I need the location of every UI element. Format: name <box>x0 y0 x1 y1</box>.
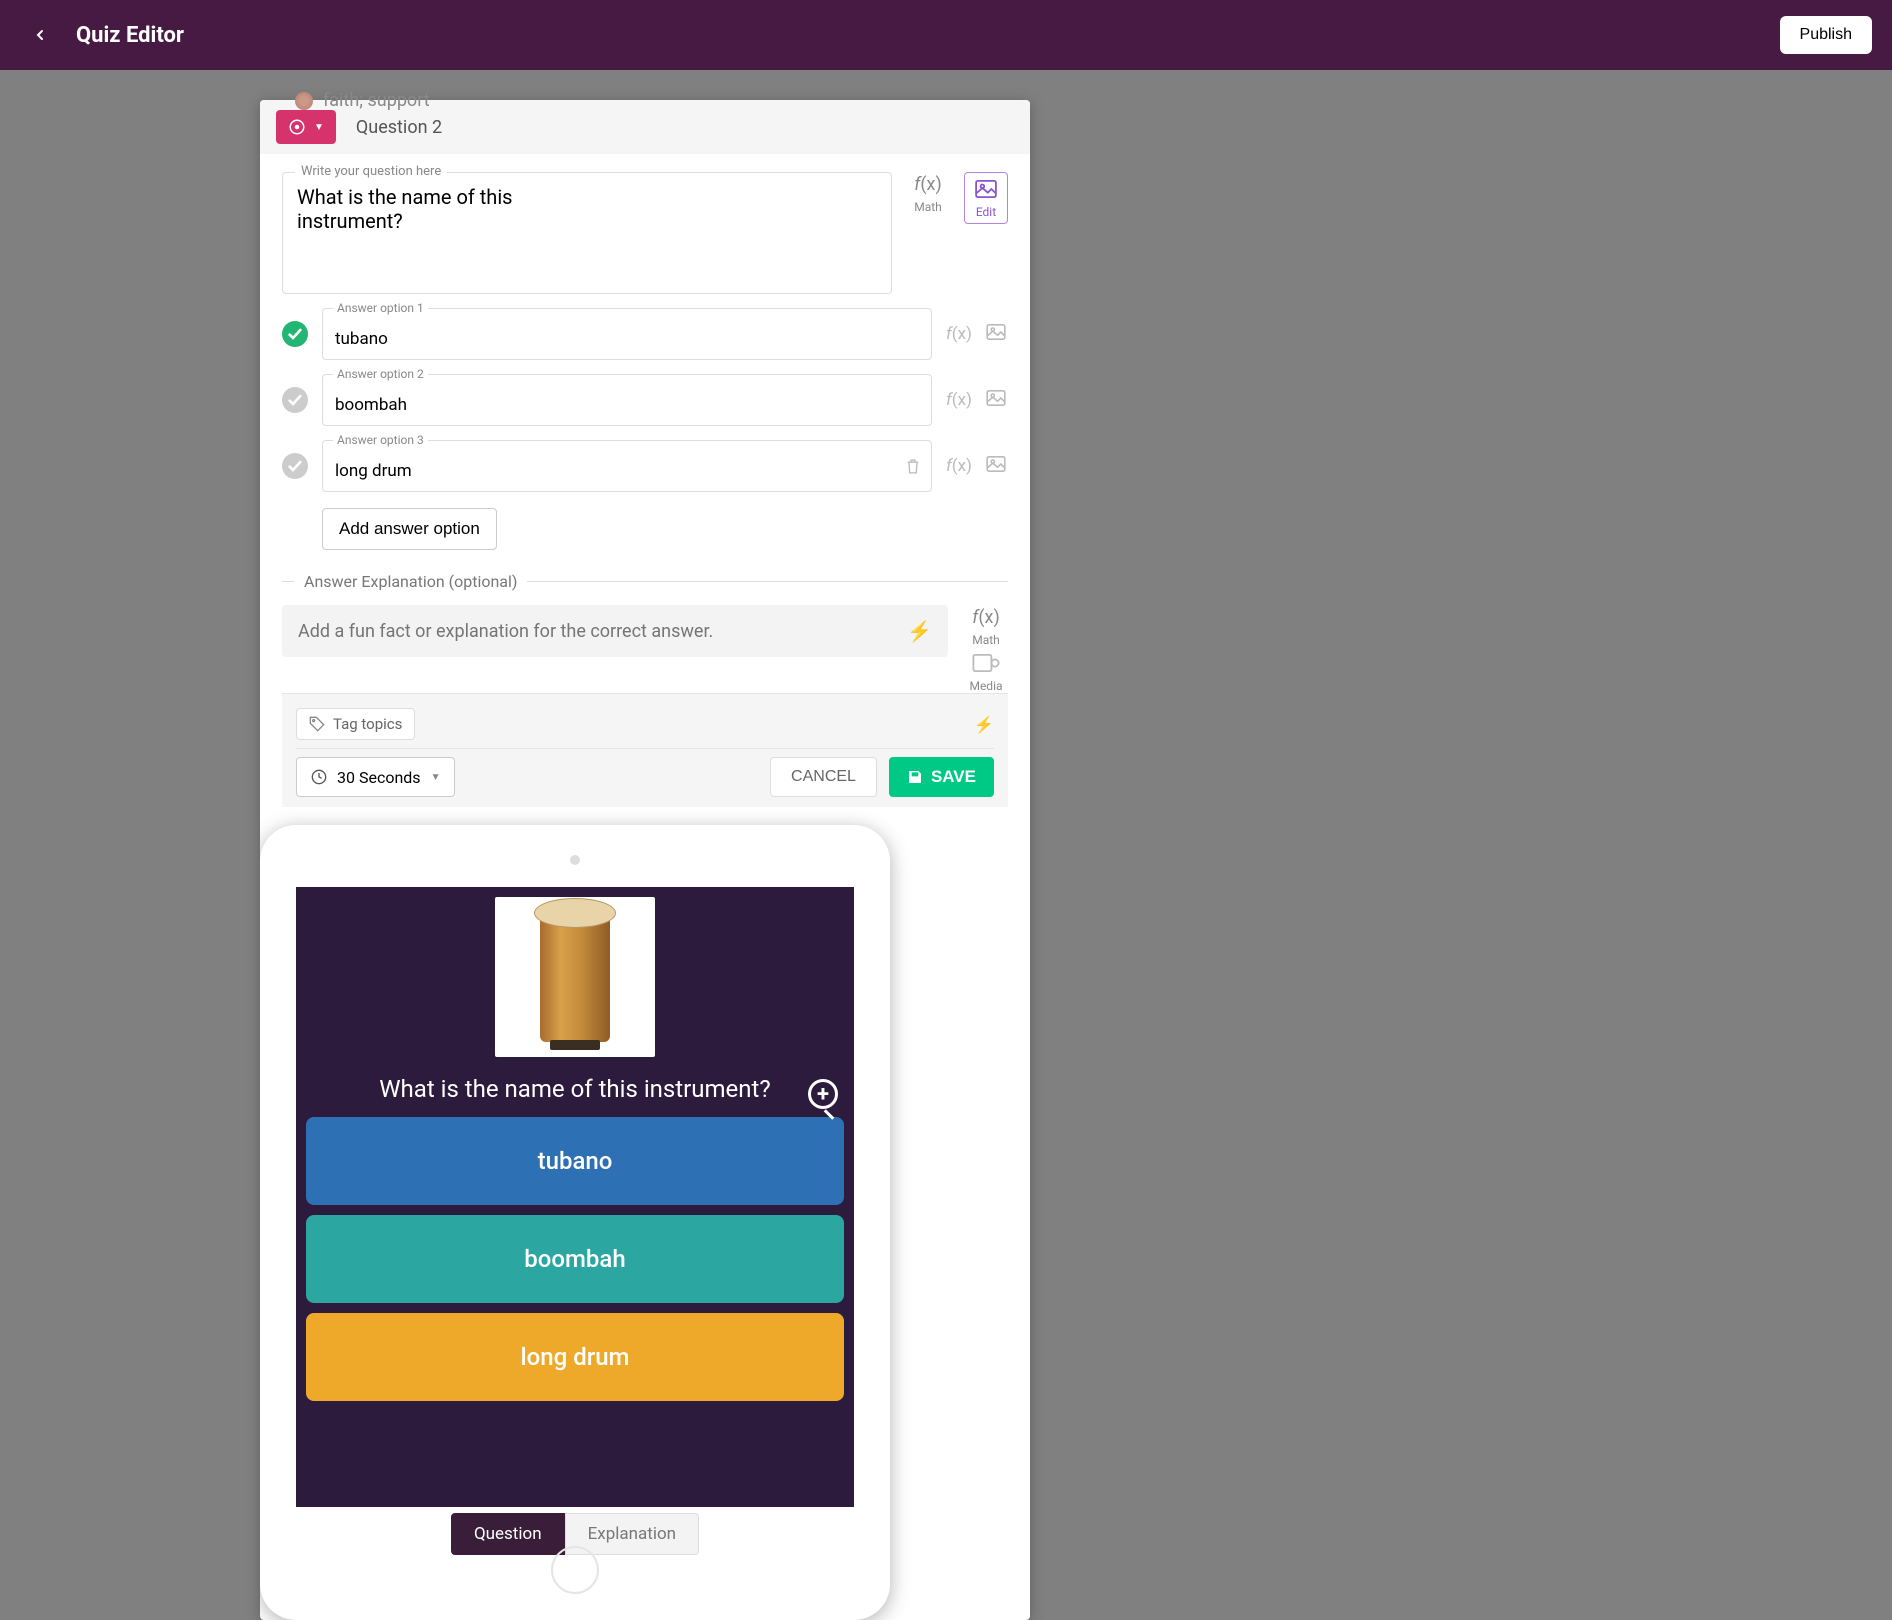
cancel-button[interactable]: CANCEL <box>770 757 877 797</box>
option-label: Answer option 1 <box>333 301 428 315</box>
question-input[interactable] <box>297 185 539 275</box>
image-icon[interactable] <box>984 324 1008 345</box>
editor-card: ▼ Question 2 Write your question here f(… <box>260 100 1030 1620</box>
page-title: Quiz Editor <box>76 23 184 48</box>
preview-device: What is the name of this instrument? + t… <box>260 825 890 1620</box>
image-icon[interactable] <box>984 456 1008 477</box>
tag-icon <box>309 716 325 732</box>
answer-option-input[interactable] <box>335 329 919 349</box>
preview-tab-explanation[interactable]: Explanation <box>565 1513 699 1555</box>
preview-tab-question[interactable]: Question <box>451 1513 565 1555</box>
bolt-icon[interactable]: ⚡ <box>907 619 932 643</box>
target-icon <box>288 118 306 136</box>
preview-choice[interactable]: tubano <box>306 1117 844 1205</box>
image-icon[interactable] <box>984 390 1008 411</box>
caret-down-icon: ▼ <box>314 122 324 133</box>
preview-choice[interactable]: long drum <box>306 1313 844 1401</box>
previous-question-hint: faith; support <box>295 90 430 111</box>
time-limit-select[interactable]: 30 Seconds ▼ <box>296 757 455 797</box>
preview-screen: What is the name of this instrument? + t… <box>296 887 854 1507</box>
mark-correct-toggle[interactable] <box>282 453 308 479</box>
preview-choice[interactable]: boombah <box>306 1215 844 1303</box>
clock-icon <box>311 769 327 785</box>
fx-icon: f(x) <box>971 605 1001 629</box>
image-icon <box>971 177 1001 201</box>
media-tool[interactable]: Media <box>964 651 1008 693</box>
answer-option-input[interactable] <box>335 395 919 415</box>
question-type-selector[interactable]: ▼ <box>276 110 336 144</box>
explanation-input[interactable] <box>298 621 907 642</box>
mark-correct-toggle[interactable] <box>282 387 308 413</box>
option-label: Answer option 3 <box>333 433 428 447</box>
question-legend: Write your question here <box>295 164 447 179</box>
tag-topics-button[interactable]: Tag topics <box>296 708 415 740</box>
preview-question-text: What is the name of this instrument? + <box>306 1067 844 1107</box>
bolt-icon[interactable]: ⚡ <box>974 715 994 734</box>
math-tool[interactable]: f(x) Math <box>906 172 950 214</box>
answer-option-input[interactable] <box>335 461 919 481</box>
question-number-label: Question 2 <box>356 117 442 138</box>
answer-option-row: Answer option 2 f(x) <box>282 374 1008 426</box>
fx-icon[interactable]: f(x) <box>946 324 970 344</box>
back-button[interactable] <box>20 15 60 55</box>
explanation-divider: Answer Explanation (optional) <box>282 572 1008 591</box>
fx-icon[interactable]: f(x) <box>946 390 970 410</box>
answer-option-row: Answer option 3 f(x) <box>282 440 1008 492</box>
drum-illustration <box>540 912 610 1042</box>
answer-option-row: Answer option 1 f(x) <box>282 308 1008 360</box>
ghost-text: faith; support <box>323 90 430 111</box>
save-button[interactable]: SAVE <box>889 757 994 797</box>
zoom-icon[interactable]: + <box>808 1079 838 1109</box>
save-icon <box>907 769 923 785</box>
fx-icon[interactable]: f(x) <box>946 456 970 476</box>
option-label: Answer option 2 <box>333 367 428 381</box>
mark-correct-toggle[interactable] <box>282 321 308 347</box>
math-tool[interactable]: f(x) Math Media <box>964 605 1008 693</box>
publish-button[interactable]: Publish <box>1780 16 1872 54</box>
app-header: Quiz Editor Publish <box>0 0 1892 70</box>
caret-down-icon: ▼ <box>431 772 441 783</box>
media-icon <box>971 651 1001 675</box>
preview-image[interactable] <box>495 897 655 1057</box>
add-answer-option-button[interactable]: Add answer option <box>322 508 497 550</box>
fx-icon: f(x) <box>913 172 943 196</box>
delete-option-button[interactable] <box>905 457 921 479</box>
bullet-icon <box>295 92 313 110</box>
edit-media-tool[interactable]: Edit <box>964 172 1008 224</box>
